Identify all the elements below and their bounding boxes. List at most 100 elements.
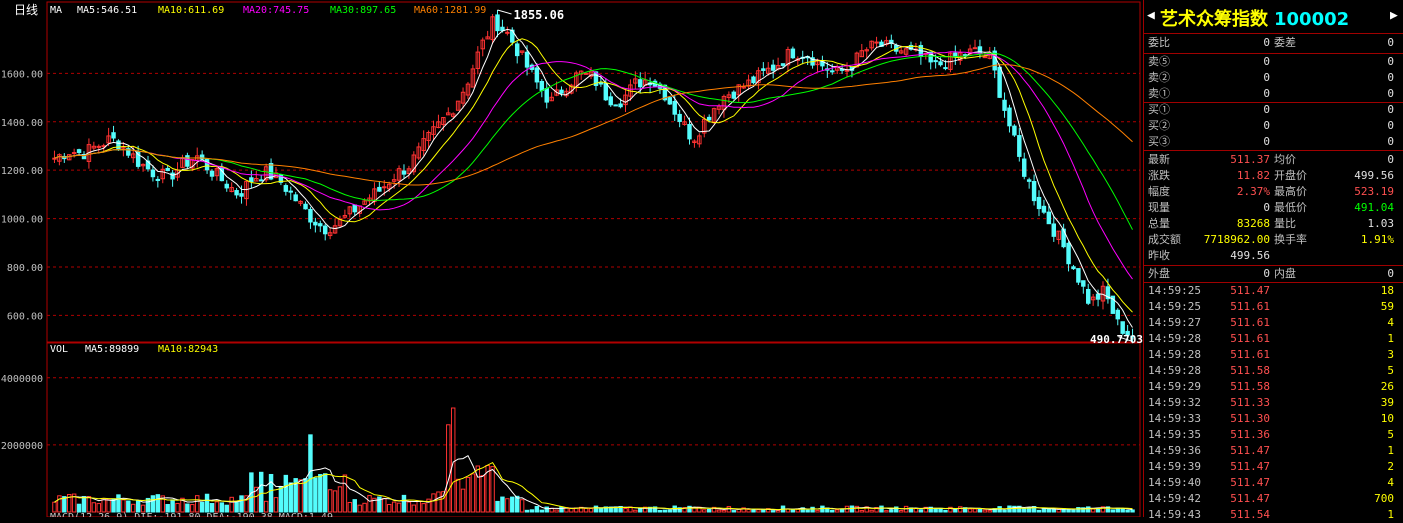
tick-price: 511.61 [1230,348,1270,361]
candle-body [1012,125,1017,136]
candle-body [874,41,879,44]
volume-bar [554,509,559,513]
macd-label: MACD(12,26,9) DIF:-191.80 DEA:-190.38 MA… [50,512,333,517]
tick-row[interactable]: 14:59:39 511.47 2 [1144,459,1403,475]
volume-bar [214,501,220,513]
volume-bar [633,509,638,513]
high-price-marker: 1855.06 [514,8,565,22]
volume-bar [347,501,353,513]
tick-row[interactable]: 14:59:35 511.36 5 [1144,427,1403,443]
candle-body [185,155,190,167]
volume-bar [505,498,510,513]
candle-body [1026,179,1032,182]
tick-row[interactable]: 14:59:28 511.61 1 [1144,331,1403,347]
candle-body [1071,266,1076,270]
volume-bar [524,509,530,513]
candle-body [790,48,796,59]
kline-chart-area[interactable]: 1600.00 1400.00 1200.00 1000.00 800.00 600.00… [0,0,1143,523]
tick-volume: 1 [1387,332,1394,345]
volume-bar [834,509,840,513]
tick-row[interactable]: 14:59:43 511.54 1 [1144,507,1403,523]
stat-label: 涨跌 [1148,169,1170,182]
candle-body [258,179,264,182]
next-stock-arrow-icon[interactable]: ▶ [1390,8,1398,23]
candle-body [209,170,215,177]
volume-bar [721,509,727,513]
candle-body [313,221,318,226]
high-marker-line [497,9,512,15]
buy-price: 0 [1263,103,1270,116]
volume-bar [943,509,948,513]
ma-legend-item: MA5:546.51 [77,5,137,16]
stat-row: 成交额 7718962.00 换手率 1.91% [1144,232,1403,248]
volume-bar [879,505,884,513]
tick-row[interactable]: 14:59:40 511.47 4 [1144,475,1403,491]
candle-body [667,97,673,105]
volume-bar [396,502,402,513]
volume-bar [170,499,175,513]
candle-body [938,61,943,66]
period-label: 日线 [14,3,38,17]
ma20-line [54,51,1133,280]
tick-price: 511.30 [1230,412,1270,425]
volume-bar [401,494,407,513]
volume-bar [830,509,835,513]
tick-row[interactable]: 14:59:27 511.61 4 [1144,315,1403,331]
candle-body [514,43,520,57]
prev-stock-arrow-icon[interactable]: ◀ [1147,8,1155,23]
candle-body [638,79,643,88]
tick-row[interactable]: 14:59:25 511.47 18 [1144,283,1403,299]
volume-bar [1071,509,1076,513]
prev-close-value: 499.56 [1230,249,1270,262]
tick-row[interactable]: 14:59:29 511.58 26 [1144,379,1403,395]
volume-bar [480,475,485,513]
candle-body [603,82,609,101]
candle-body [288,190,293,193]
stat-label: 最高价 [1274,185,1307,198]
tick-row[interactable]: 14:59:25 511.61 59 [1144,299,1403,315]
sell-label: 卖⑤ [1148,55,1170,68]
volume-bar [470,473,476,513]
tick-row[interactable]: 14:59:28 511.58 5 [1144,363,1403,379]
tick-row[interactable]: 14:59:32 511.33 39 [1144,395,1403,411]
candle-body [155,178,161,182]
quote-header: ◀ 艺术众筹指数 100002 ▶ [1144,0,1403,34]
volume-bar [76,503,82,513]
volume-bar [352,499,357,513]
tick-row[interactable]: 14:59:33 511.30 10 [1144,411,1403,427]
tick-price: 511.47 [1230,460,1270,473]
tick-volume: 700 [1374,492,1394,505]
candle-body [524,51,530,68]
candle-body [204,158,210,171]
volume-bar [239,495,244,513]
kline-chart[interactable]: 1600.00 1400.00 1200.00 1000.00 800.00 600.00… [0,0,1143,523]
tick-row[interactable]: 14:59:42 511.47 700 [1144,491,1403,507]
volume-axis-tick: 4000000 [1,374,43,385]
buy-row: 买② 0 0 [1144,118,1403,134]
stat-value: 83268 [1236,217,1270,230]
volume-bar [165,503,170,513]
candle-body [706,116,712,121]
volume-bar [268,473,274,513]
volume-bar [1051,508,1056,513]
candle-body [997,66,1002,98]
volume-bar [121,499,126,513]
candle-body [534,67,540,83]
volume-bar [391,501,397,513]
candle-body [544,88,549,103]
volume-bar [1022,508,1027,513]
candle-body [249,177,254,183]
candle-body [613,104,618,107]
buy-volume: 0 [1387,103,1394,116]
volume-ma-legend: MA5:89899 [85,344,139,355]
volume-bar [918,509,924,513]
tick-row[interactable]: 14:59:28 511.61 3 [1144,347,1403,363]
sell-row: 卖⑤ 0 0 [1144,54,1403,70]
tick-row[interactable]: 14:59:36 511.47 1 [1144,443,1403,459]
prev-close-label: 昨收 [1148,249,1170,262]
stock-name: 艺术众筹指数 [1160,9,1268,30]
stat-value: 7718962.00 [1203,233,1270,246]
candle-body [505,31,510,34]
volume-bar [1120,508,1125,513]
tick-price: 511.61 [1230,332,1270,345]
